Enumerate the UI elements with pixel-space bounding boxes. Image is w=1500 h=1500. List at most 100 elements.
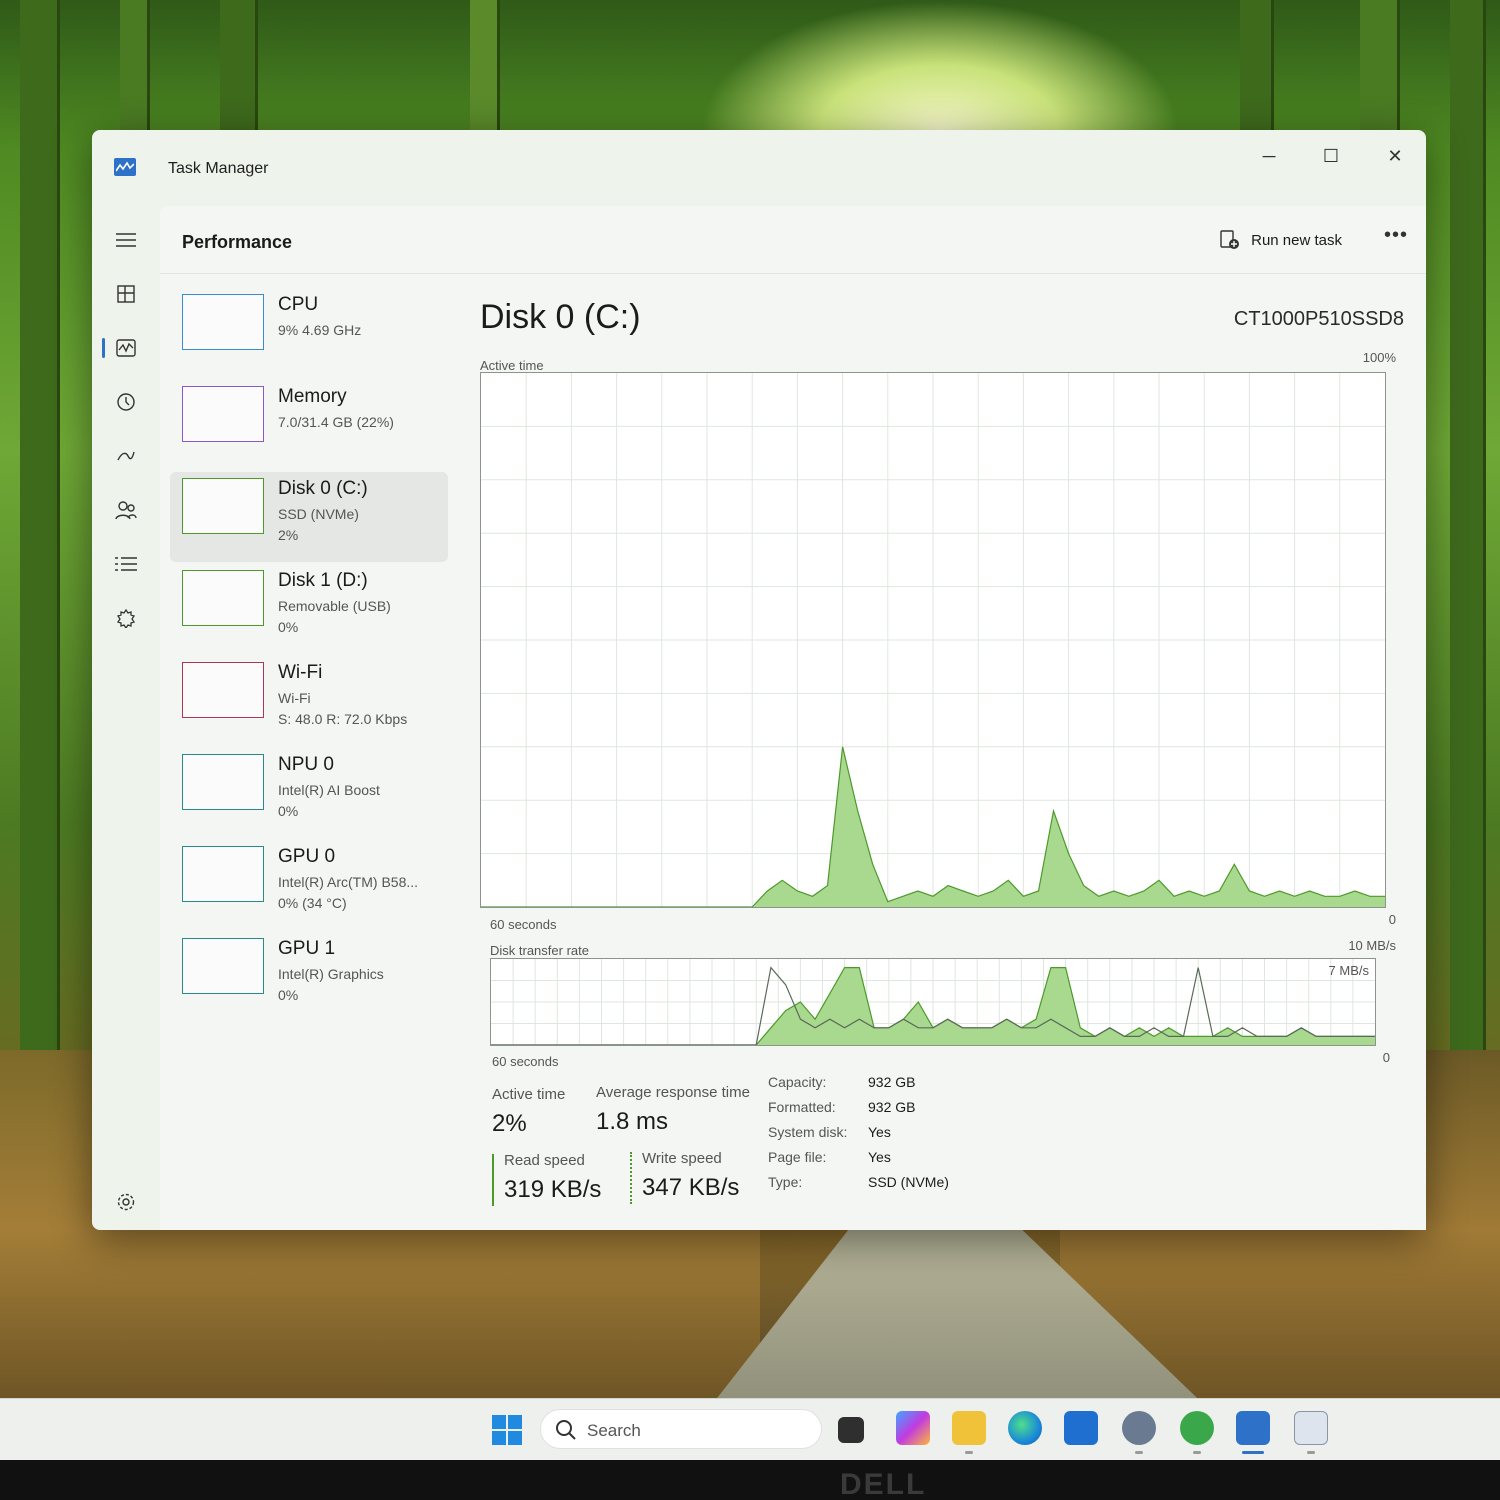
resource-sub2: 2%: [278, 527, 299, 543]
running-indicator: [1193, 1451, 1201, 1454]
resource-name: GPU 1: [278, 938, 336, 959]
run-new-task-button[interactable]: Run new task: [1219, 224, 1342, 256]
details-icon[interactable]: [106, 544, 146, 584]
file-explorer-icon[interactable]: [952, 1411, 986, 1445]
snip-icon[interactable]: [1294, 1411, 1328, 1445]
users-icon[interactable]: [106, 490, 146, 530]
app-history-icon[interactable]: [106, 382, 146, 422]
resource-thumbnail: [182, 662, 264, 718]
active-time-chart-label: Active time: [480, 358, 544, 373]
services-icon[interactable]: [106, 598, 146, 638]
resource-sub1: 9% 4.69 GHz: [278, 322, 362, 338]
write-speed-marker: [630, 1152, 632, 1204]
resource-name: Wi-Fi: [278, 662, 323, 683]
close-button[interactable]: ✕: [1370, 138, 1420, 174]
more-options-button[interactable]: •••: [1384, 224, 1408, 247]
nav-rail: [92, 210, 160, 1230]
disk-model: CT1000P510SSD8: [1233, 308, 1404, 330]
transfer-x-label: 60 seconds: [492, 1054, 559, 1069]
active-time-max-label: 100%: [1362, 350, 1396, 365]
resource-name: Disk 0 (C:): [278, 478, 368, 499]
menu-icon[interactable]: [106, 220, 146, 260]
property-key: Page file:: [768, 1149, 827, 1165]
active-app-indicator: [1242, 1451, 1264, 1454]
resource-sub2: 0%: [278, 987, 299, 1003]
resource-sub2: 0% (34 °C): [278, 895, 347, 911]
task-manager-app-icon: [114, 158, 136, 176]
resource-sub2: S: 48.0 R: 72.0 Kbps: [278, 711, 408, 727]
settings-icon[interactable]: [106, 1182, 146, 1222]
property-key: Capacity:: [768, 1074, 827, 1090]
resource-thumbnail: [182, 294, 264, 350]
resource-name: Disk 1 (D:): [278, 570, 368, 591]
transfer-min-label: 0: [1382, 1050, 1390, 1065]
transfer-max-label: 10 MB/s: [1348, 938, 1396, 953]
title-bar[interactable]: Task Manager ─ ☐ ✕: [92, 130, 1426, 200]
property-value: 932 GB: [868, 1099, 916, 1115]
property-key: System disk:: [768, 1124, 848, 1140]
search-icon: [556, 1420, 576, 1440]
resource-name: GPU 0: [278, 846, 336, 867]
monitor-logo: DELL: [840, 1468, 927, 1500]
transfer-chart: 7 MB/s: [490, 958, 1376, 1046]
active-time-stat-label: Active time: [492, 1086, 566, 1103]
task-manager-icon[interactable]: [1236, 1411, 1270, 1445]
maximize-button[interactable]: ☐: [1306, 138, 1356, 174]
taskbar-search[interactable]: Search: [540, 1409, 822, 1449]
task-manager-window: Task Manager ─ ☐ ✕ Performance Run new t…: [92, 130, 1426, 1230]
write-speed-label: Write speed: [642, 1150, 722, 1167]
startup-apps-icon[interactable]: [106, 436, 146, 476]
active-time-min-label: 0: [1388, 912, 1396, 927]
resource-thumbnail: [182, 570, 264, 626]
processes-icon[interactable]: [106, 274, 146, 314]
resource-sub1: Intel(R) Graphics: [278, 966, 384, 982]
property-value: 932 GB: [868, 1074, 916, 1090]
resource-item[interactable]: Wi-Fi Wi-Fi S: 48.0 R: 72.0 Kbps: [170, 656, 448, 746]
resource-item[interactable]: GPU 0 Intel(R) Arc(TM) B58... 0% (34 °C): [170, 840, 448, 930]
running-indicator: [965, 1451, 973, 1454]
read-speed-value: 319 KB/s: [504, 1176, 602, 1203]
monitor-bezel: DELL: [0, 1460, 1500, 1500]
resource-name: Memory: [278, 386, 347, 407]
resource-sub1: 7.0/31.4 GB (22%): [278, 414, 394, 430]
resource-item[interactable]: Disk 0 (C:) SSD (NVMe) 2%: [170, 472, 448, 562]
resource-name: NPU 0: [278, 754, 334, 775]
avg-response-value: 1.8 ms: [596, 1108, 669, 1135]
resource-sub2: 0%: [278, 803, 299, 819]
active-time-stat-value: 2%: [492, 1110, 527, 1137]
settings-app-icon[interactable]: [1122, 1411, 1156, 1445]
m365-icon[interactable]: [896, 1411, 930, 1445]
performance-icon[interactable]: [106, 328, 146, 368]
property-value: SSD (NVMe): [868, 1174, 949, 1190]
transfer-secondary-label: 7 MB/s: [1328, 963, 1369, 978]
store-icon[interactable]: [1064, 1411, 1098, 1445]
disk-properties: Capacity: 932 GB Formatted: 932 GB System di…: [768, 1074, 1068, 1204]
resource-item[interactable]: CPU 9% 4.69 GHz: [170, 288, 448, 378]
resource-item[interactable]: Memory 7.0/31.4 GB (22%): [170, 380, 448, 470]
edge-icon[interactable]: [1008, 1411, 1042, 1445]
start-icon[interactable]: [492, 1415, 522, 1445]
task-view-icon[interactable]: [838, 1417, 864, 1443]
minimize-button[interactable]: ─: [1244, 138, 1294, 174]
read-speed-label: Read speed: [504, 1152, 585, 1169]
resource-sub1: Removable (USB): [278, 598, 391, 614]
resource-sub1: Intel(R) AI Boost: [278, 782, 380, 798]
transfer-chart-svg: [491, 959, 1375, 1046]
avg-response-label: Average response time: [596, 1084, 750, 1101]
resource-thumbnail: [182, 386, 264, 442]
resource-item[interactable]: Disk 1 (D:) Removable (USB) 0%: [170, 564, 448, 654]
page-title: Performance: [182, 232, 293, 252]
resource-name: CPU: [278, 294, 319, 315]
running-indicator: [1307, 1451, 1315, 1454]
network-app-icon[interactable]: [1180, 1411, 1214, 1445]
page-header: Performance Run new task •••: [160, 206, 1426, 274]
property-key: Type:: [768, 1174, 803, 1190]
resource-item[interactable]: GPU 1 Intel(R) Graphics 0%: [170, 932, 448, 1022]
write-speed-value: 347 KB/s: [642, 1174, 740, 1201]
running-indicator: [1135, 1451, 1143, 1454]
read-speed-marker: [492, 1154, 494, 1206]
search-label: Search: [587, 1421, 641, 1440]
resource-sub2: 0%: [278, 619, 299, 635]
resource-item[interactable]: NPU 0 Intel(R) AI Boost 0%: [170, 748, 448, 838]
active-time-x-label: 60 seconds: [490, 917, 557, 932]
